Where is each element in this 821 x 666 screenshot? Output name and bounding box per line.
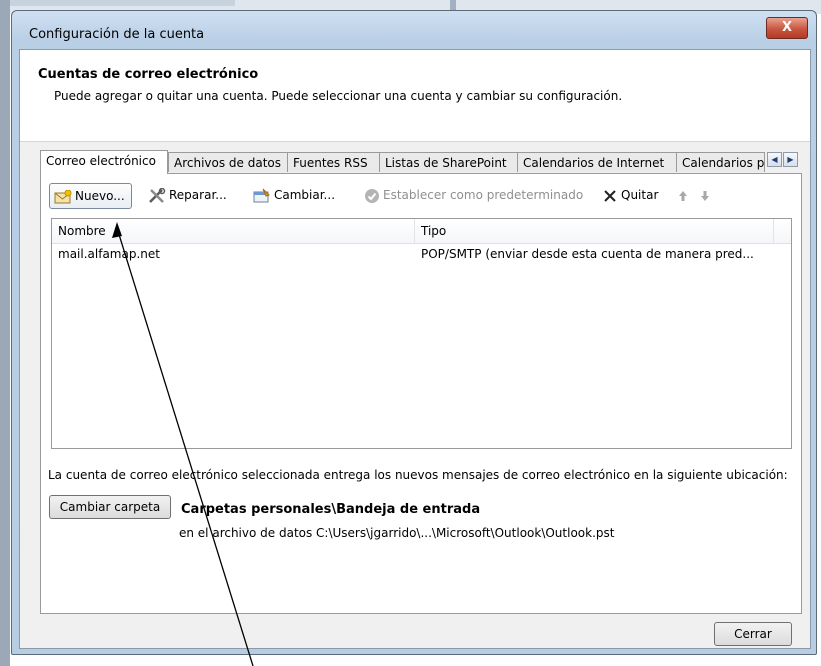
tab-rss-feeds[interactable]: Fuentes RSS [287, 152, 380, 172]
background-strip [0, 0, 235, 6]
repair-button[interactable]: Reparar... [148, 183, 227, 209]
accounts-toolbar: Nuevo... Reparar... Cambiar... Establece… [49, 183, 793, 209]
remove-label: Quitar [621, 188, 659, 202]
new-mail-icon [54, 189, 72, 203]
account-settings-dialog: Configuración de la cuenta X Cuentas de … [11, 10, 817, 655]
close-dialog-button[interactable]: Cerrar [714, 622, 792, 646]
tab-published-calendars[interactable]: Calendarios p [676, 152, 765, 172]
change-label: Cambiar... [274, 188, 336, 202]
arrow-up-icon [679, 190, 687, 201]
delivery-folder-path: en el archivo de datos C:\Users\jgarrido… [179, 526, 615, 540]
new-account-button[interactable]: Nuevo... [49, 183, 132, 209]
tab-scroll-left-icon[interactable]: ◀ [767, 152, 782, 167]
delivery-description: La cuenta de correo electrónico seleccio… [48, 468, 788, 482]
column-header-name[interactable]: Nombre [52, 219, 414, 243]
accounts-list[interactable]: Nombre Tipo mail.alfamap.net POP/SMTP (e… [51, 218, 792, 449]
column-separator [773, 219, 774, 243]
background-edge [0, 0, 10, 666]
list-header: Nombre Tipo [52, 219, 791, 244]
move-up-button[interactable] [678, 183, 688, 209]
tab-scroll-right-icon[interactable]: ▶ [783, 152, 798, 167]
new-account-label: Nuevo... [75, 189, 125, 203]
repair-label: Reparar... [169, 188, 227, 202]
tab-data-files[interactable]: Archivos de datos [168, 152, 288, 172]
header-title: Cuentas de correo electrónico [38, 67, 259, 82]
email-tab-panel: Nuevo... Reparar... Cambiar... Establece… [40, 173, 802, 614]
dialog-client-area: Cuentas de correo electrónico Puede agre… [19, 49, 811, 649]
repair-tools-icon [149, 187, 166, 203]
tab-sharepoint-lists[interactable]: Listas de SharePoint [379, 152, 518, 172]
window-close-button[interactable]: X [766, 17, 808, 39]
account-type: POP/SMTP (enviar desde esta cuenta de ma… [421, 247, 754, 261]
change-folder-button[interactable]: Cambiar carpeta [49, 495, 171, 519]
column-header-type[interactable]: Tipo [415, 219, 773, 243]
remove-x-icon [604, 189, 616, 202]
account-name: mail.alfamap.net [58, 247, 160, 261]
move-down-button[interactable] [700, 183, 710, 209]
dialog-header: Cuentas de correo electrónico Puede agre… [20, 50, 810, 142]
change-button[interactable]: Cambiar... [253, 183, 335, 209]
titlebar: Configuración de la cuenta X [12, 11, 816, 49]
list-item[interactable]: mail.alfamap.net POP/SMTP (enviar desde … [52, 244, 791, 264]
checkmark-circle-icon [365, 188, 379, 203]
change-settings-icon [253, 188, 270, 202]
remove-button[interactable]: Quitar [602, 183, 658, 209]
arrow-down-icon [701, 190, 709, 201]
set-default-button[interactable]: Establecer como predeterminado [364, 183, 583, 209]
set-default-label: Establecer como predeterminado [383, 188, 584, 202]
tab-strip: Correo electrónico Archivos de datos Fue… [40, 150, 800, 174]
header-subtitle: Puede agregar o quitar una cuenta. Puede… [54, 89, 623, 103]
delivery-folder-name: Carpetas personales\Bandeja de entrada [181, 502, 481, 517]
tab-internet-calendars[interactable]: Calendarios de Internet [517, 152, 677, 172]
tab-email[interactable]: Correo electrónico [40, 150, 168, 174]
window-title: Configuración de la cuenta [29, 27, 205, 42]
